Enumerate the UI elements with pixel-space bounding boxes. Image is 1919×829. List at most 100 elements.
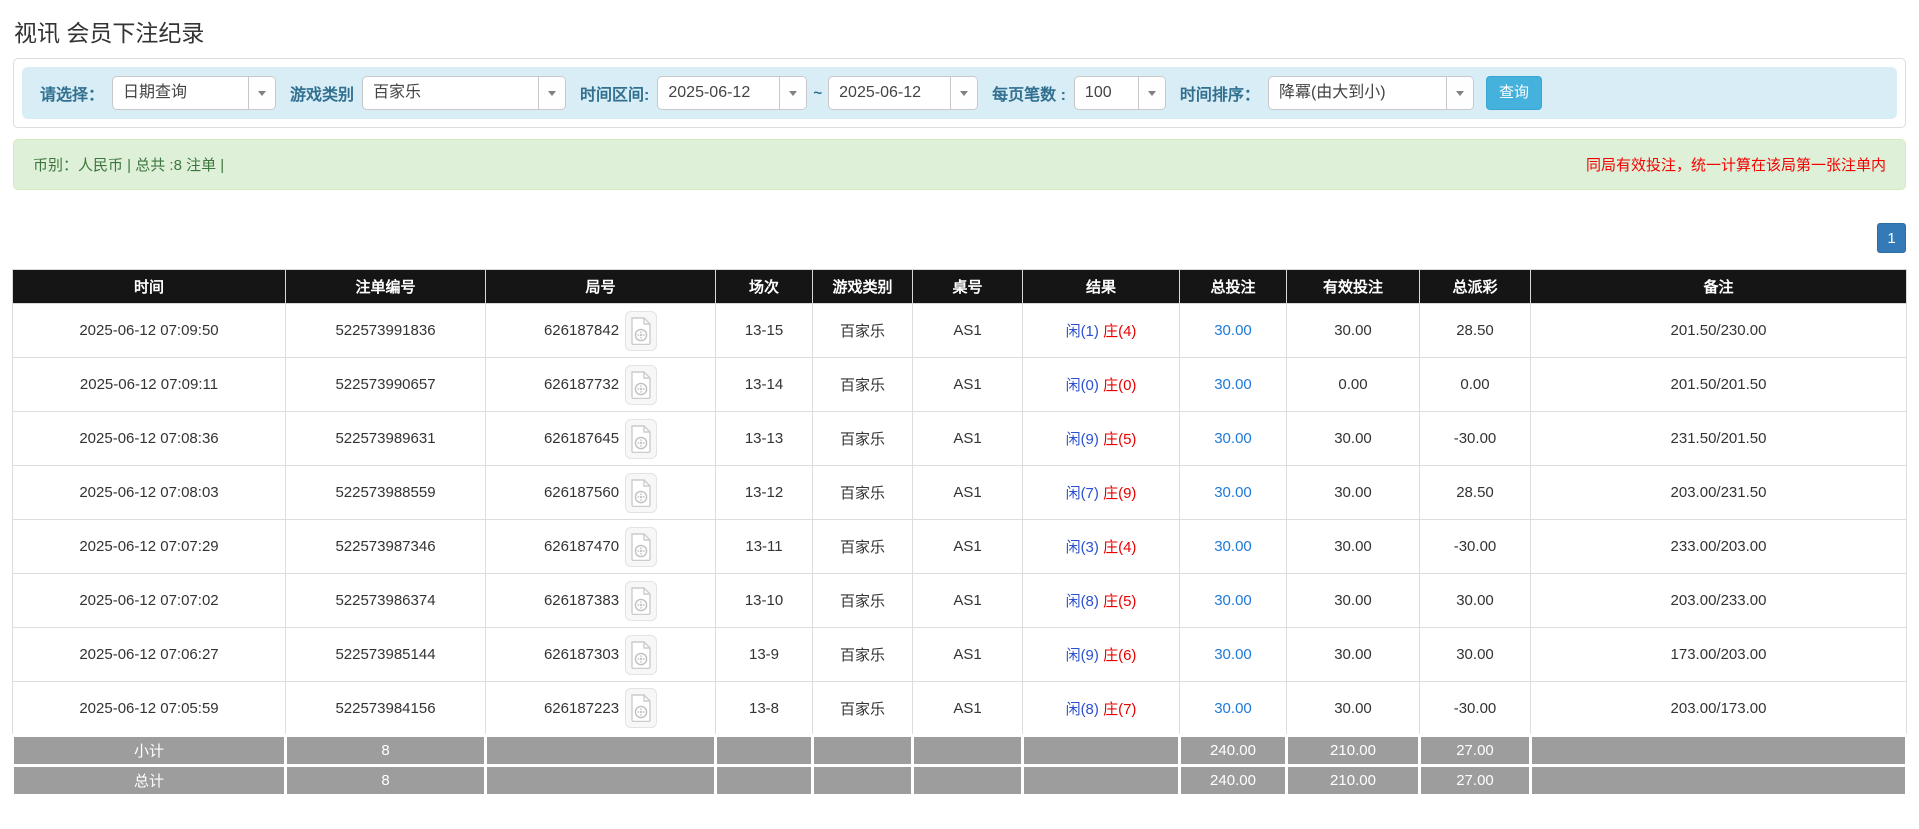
footer-empty-cell — [1531, 766, 1907, 796]
table-row: 2025-06-12 07:09:11522573990657626187732… — [13, 358, 1907, 412]
cell-time: 2025-06-12 07:07:29 — [13, 520, 286, 574]
cell-session: 13-14 — [716, 358, 813, 412]
cell-table-no: AS1 — [913, 574, 1023, 628]
footer-payout: 27.00 — [1420, 736, 1531, 766]
cell-table-no: AS1 — [913, 520, 1023, 574]
total-bet-link[interactable]: 30.00 — [1214, 646, 1252, 663]
cell-bet-id: 522573986374 — [286, 574, 486, 628]
result-banker: 庄(7) — [1103, 701, 1136, 718]
round-id-text: 626187303 — [544, 646, 619, 663]
time-sort-select[interactable]: 降冪(由大到小) — [1268, 76, 1474, 110]
total-bet-link[interactable]: 30.00 — [1214, 484, 1252, 501]
cell-total-bet: 30.00 — [1180, 682, 1287, 736]
result-banker: 庄(6) — [1103, 647, 1136, 664]
cell-session: 13-11 — [716, 520, 813, 574]
filter-bar: 请选择： 日期查询 游戏类别 百家乐 时间区间: 2025-06-12 ~ 20… — [22, 67, 1897, 119]
total-bet-link[interactable]: 30.00 — [1214, 700, 1252, 717]
date-from-value: 2025-06-12 — [658, 77, 779, 109]
footer-empty-cell — [813, 766, 913, 796]
game-type-value: 百家乐 — [363, 77, 538, 109]
total-bet-link[interactable]: 30.00 — [1214, 322, 1252, 339]
video-replay-button[interactable] — [625, 527, 657, 567]
cell-round-id: 626187303 — [486, 628, 716, 682]
table-row: 2025-06-12 07:08:03522573988559626187560… — [13, 466, 1907, 520]
date-from-select[interactable]: 2025-06-12 — [657, 76, 807, 110]
time-sort-value: 降冪(由大到小) — [1269, 77, 1446, 109]
cell-bet-id: 522573984156 — [286, 682, 486, 736]
page-1-button[interactable]: 1 — [1877, 223, 1906, 253]
cell-valid-bet: 30.00 — [1287, 574, 1420, 628]
cell-bet-id: 522573990657 — [286, 358, 486, 412]
cell-table-no: AS1 — [913, 466, 1023, 520]
column-header-round-id: 局号 — [486, 270, 716, 304]
video-file-icon — [630, 479, 652, 507]
chevron-down-icon — [1138, 77, 1165, 109]
video-replay-button[interactable] — [625, 365, 657, 405]
chevron-down-icon — [248, 77, 275, 109]
query-type-select[interactable]: 日期查询 — [112, 76, 276, 110]
per-page-select[interactable]: 100 — [1074, 76, 1166, 110]
cell-table-no: AS1 — [913, 412, 1023, 466]
cell-total-bet: 30.00 — [1180, 466, 1287, 520]
column-header-bet-id: 注单编号 — [286, 270, 486, 304]
total-bet-link[interactable]: 30.00 — [1214, 538, 1252, 555]
table-row: 2025-06-12 07:07:02522573986374626187383… — [13, 574, 1907, 628]
table-body: 2025-06-12 07:09:50522573991836626187842… — [13, 304, 1907, 736]
total-bet-link[interactable]: 30.00 — [1214, 430, 1252, 447]
cell-round-id: 626187470 — [486, 520, 716, 574]
cell-result: 闲(0) 庄(0) — [1023, 358, 1180, 412]
table-row: 2025-06-12 07:07:29522573987346626187470… — [13, 520, 1907, 574]
cell-payout: -30.00 — [1420, 520, 1531, 574]
game-type-select[interactable]: 百家乐 — [362, 76, 566, 110]
cell-bet-id: 522573987346 — [286, 520, 486, 574]
footer-total-bet: 240.00 — [1180, 736, 1287, 766]
page-title: 视讯 会员下注纪录 — [14, 14, 1905, 48]
total-bet-link[interactable]: 30.00 — [1214, 592, 1252, 609]
result-player: 闲(8) — [1066, 593, 1099, 610]
cell-game-type: 百家乐 — [813, 466, 913, 520]
video-replay-button[interactable] — [625, 581, 657, 621]
result-banker: 庄(5) — [1103, 593, 1136, 610]
cell-total-bet: 30.00 — [1180, 412, 1287, 466]
footer-empty-cell — [1023, 736, 1180, 766]
date-to-value: 2025-06-12 — [829, 77, 950, 109]
table-footer: 小计 8 240.00 210.00 27.00 总计 8 240.00 210… — [13, 736, 1907, 796]
result-banker: 庄(5) — [1103, 431, 1136, 448]
per-page-value: 100 — [1075, 77, 1138, 109]
cell-table-no: AS1 — [913, 358, 1023, 412]
total-bet-link[interactable]: 30.00 — [1214, 376, 1252, 393]
cell-time: 2025-06-12 07:08:03 — [13, 466, 286, 520]
video-replay-button[interactable] — [625, 419, 657, 459]
cell-game-type: 百家乐 — [813, 682, 913, 736]
result-player: 闲(3) — [1066, 539, 1099, 556]
round-id-text: 626187383 — [544, 592, 619, 609]
cell-total-bet: 30.00 — [1180, 574, 1287, 628]
cell-valid-bet: 30.00 — [1287, 682, 1420, 736]
subtotal-row: 小计 8 240.00 210.00 27.00 — [13, 736, 1907, 766]
video-replay-button[interactable] — [625, 311, 657, 351]
chevron-down-icon — [1446, 77, 1473, 109]
cell-round-id: 626187842 — [486, 304, 716, 358]
column-header-table-no: 桌号 — [913, 270, 1023, 304]
cell-payout: 28.50 — [1420, 304, 1531, 358]
video-replay-button[interactable] — [625, 635, 657, 675]
cell-round-id: 626187383 — [486, 574, 716, 628]
search-button[interactable]: 查询 — [1486, 76, 1542, 110]
video-replay-button[interactable] — [625, 688, 657, 728]
cell-note: 173.00/203.00 — [1531, 628, 1907, 682]
chevron-down-icon — [538, 77, 565, 109]
column-header-time: 时间 — [13, 270, 286, 304]
cell-note: 203.00/173.00 — [1531, 682, 1907, 736]
result-player: 闲(7) — [1066, 485, 1099, 502]
video-replay-button[interactable] — [625, 473, 657, 513]
result-banker: 庄(9) — [1103, 485, 1136, 502]
cell-payout: -30.00 — [1420, 412, 1531, 466]
footer-empty-cell — [1531, 736, 1907, 766]
result-player: 闲(9) — [1066, 647, 1099, 664]
round-id-text: 626187560 — [544, 484, 619, 501]
cell-total-bet: 30.00 — [1180, 520, 1287, 574]
date-to-select[interactable]: 2025-06-12 — [828, 76, 978, 110]
cell-valid-bet: 30.00 — [1287, 520, 1420, 574]
cell-note: 201.50/201.50 — [1531, 358, 1907, 412]
cell-note: 231.50/201.50 — [1531, 412, 1907, 466]
